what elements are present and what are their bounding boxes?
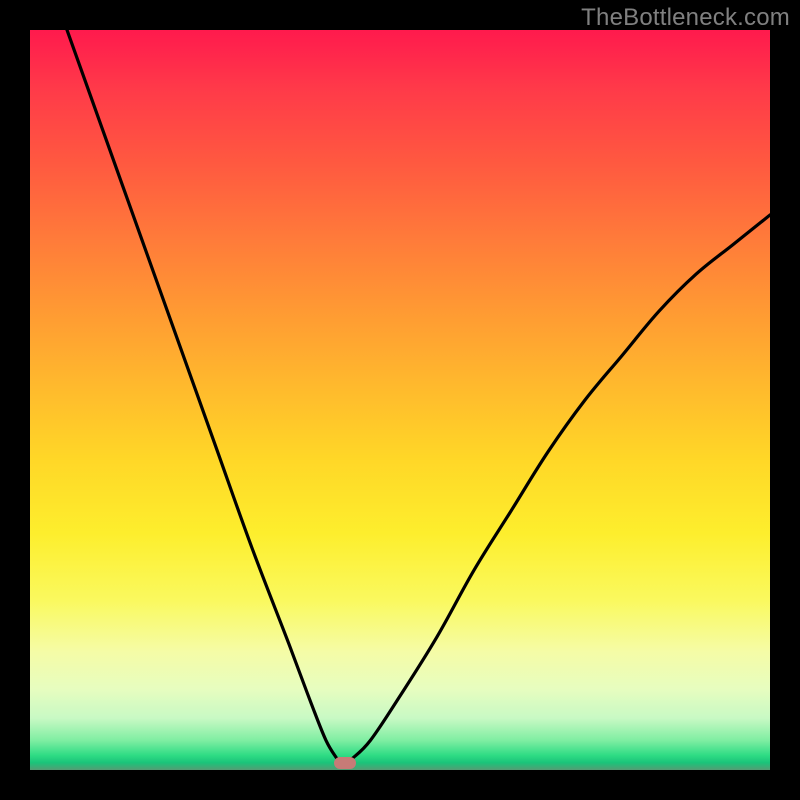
watermark-text: TheBottleneck.com — [581, 4, 790, 32]
plot-area — [30, 30, 770, 770]
bottleneck-curve — [30, 30, 770, 770]
minimum-marker — [334, 757, 356, 769]
curve-right-branch — [352, 215, 770, 759]
curve-left-branch — [67, 30, 337, 759]
outer-frame: TheBottleneck.com — [0, 0, 800, 800]
